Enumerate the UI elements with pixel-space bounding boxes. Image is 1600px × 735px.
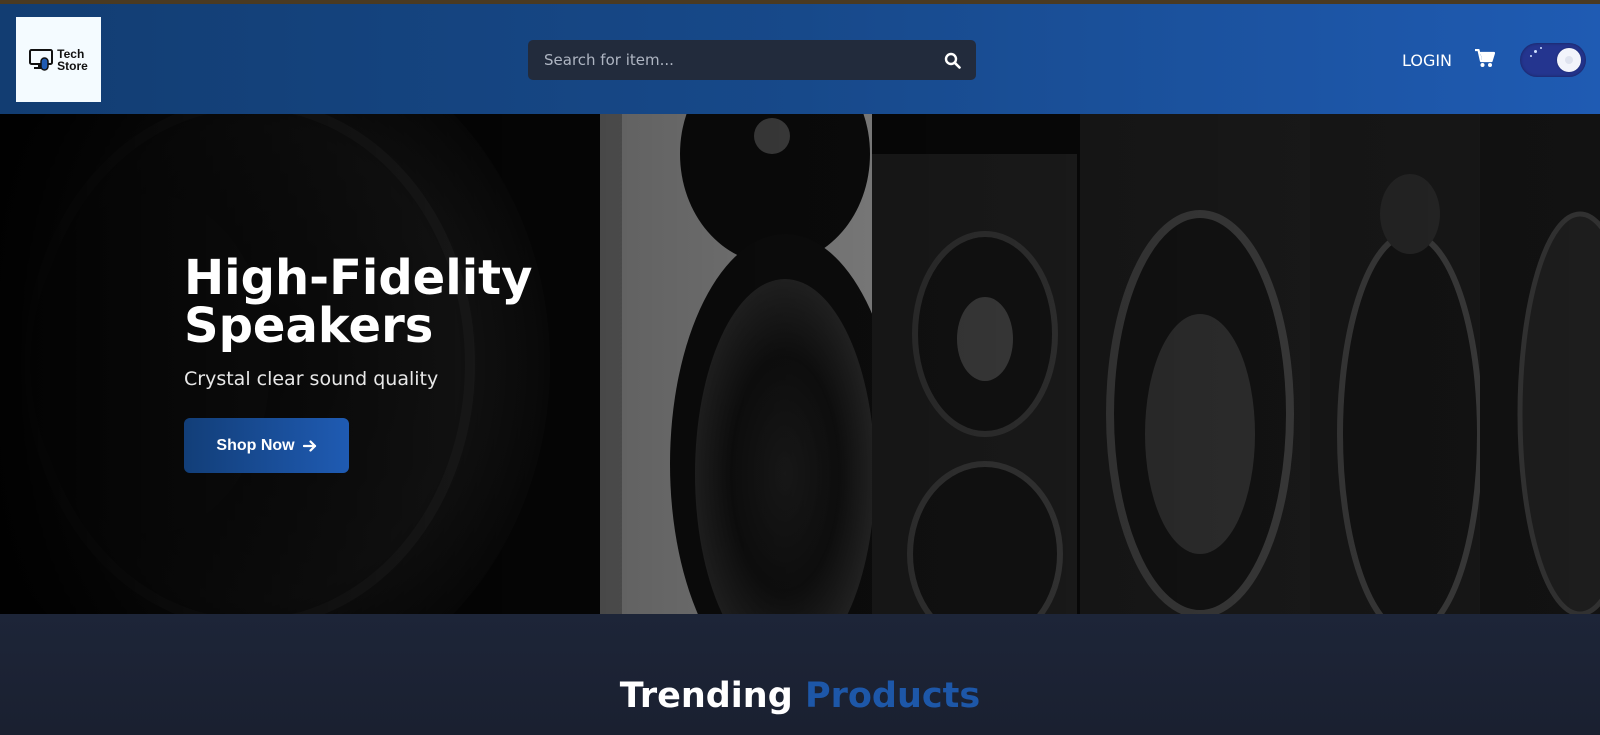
hero-title-line1: High-Fidelity	[184, 250, 533, 306]
shop-now-button[interactable]: Shop Now	[184, 418, 349, 473]
shop-now-label: Shop Now	[216, 436, 295, 454]
logo[interactable]: Tech Store	[16, 17, 101, 102]
toggle-knob	[1557, 48, 1581, 72]
star-icon	[1530, 55, 1532, 57]
computer-icon	[29, 48, 54, 71]
search-bar	[528, 40, 976, 80]
trending-title-part2: Products	[804, 676, 981, 716]
login-link[interactable]: LOGIN	[1402, 51, 1452, 70]
dark-mode-toggle[interactable]	[1520, 43, 1586, 77]
speakers-background-image	[0, 114, 1600, 614]
hero-title-line2: Speakers	[184, 298, 434, 354]
logo-text: Tech Store	[57, 48, 88, 72]
arrow-right-icon	[302, 439, 316, 452]
logo-mark: Tech Store	[29, 47, 88, 73]
search-icon	[944, 52, 961, 69]
cart-button[interactable]	[1475, 48, 1496, 72]
logo-text-line1: Tech	[57, 46, 85, 61]
star-icon	[1540, 47, 1542, 49]
search-input[interactable]	[528, 40, 928, 80]
trending-title: Trending Products	[0, 676, 1600, 716]
hero-title: High-Fidelity Speakers	[184, 254, 532, 350]
trending-section: Trending Products	[0, 614, 1600, 735]
hero-subtitle: Crystal clear sound quality	[184, 368, 439, 390]
trending-title-part1: Trending	[619, 676, 793, 716]
star-icon	[1534, 50, 1537, 53]
site-header: Tech Store LOGIN	[0, 4, 1600, 114]
cart-icon	[1475, 48, 1496, 67]
search-button[interactable]	[928, 40, 976, 80]
hero-banner: High-Fidelity Speakers Crystal clear sou…	[0, 114, 1600, 614]
logo-text-line2: Store	[57, 58, 88, 73]
